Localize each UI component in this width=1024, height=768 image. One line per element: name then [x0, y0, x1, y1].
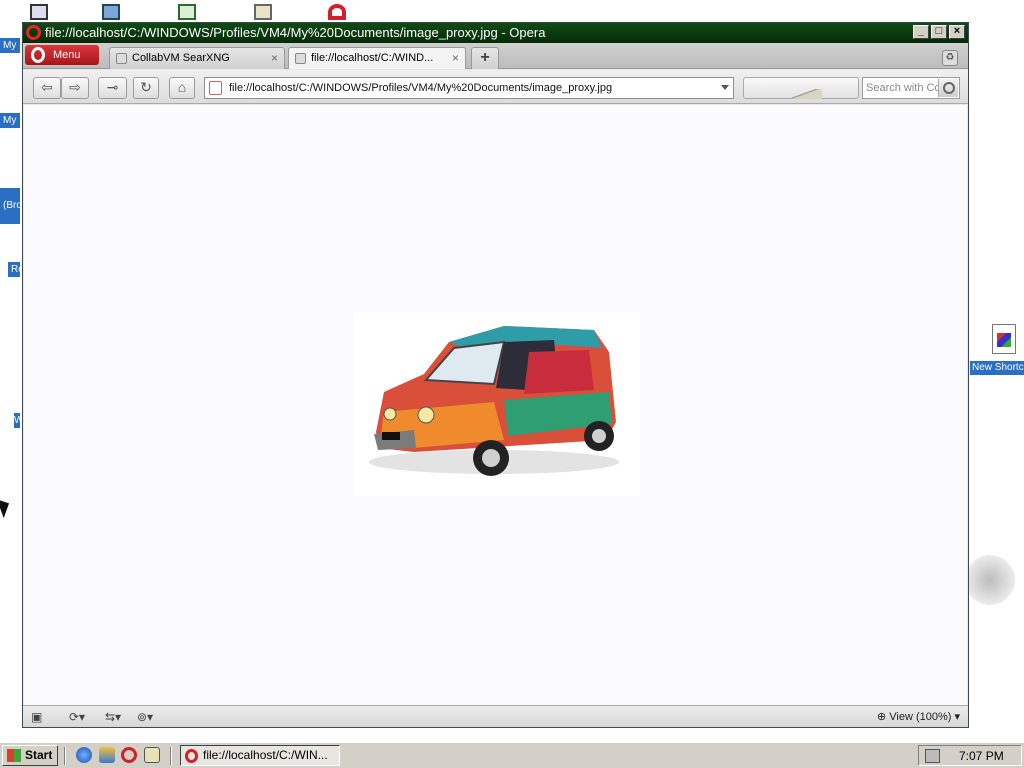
search-field[interactable]: Search with Co: [862, 77, 960, 99]
network-status-icon[interactable]: [925, 749, 940, 763]
home-button[interactable]: ⌂: [169, 77, 195, 99]
task-label: file://localhost/C:/WIN...: [203, 748, 328, 762]
tab-label: file://localhost/C:/WIND...: [311, 52, 434, 64]
forward-button[interactable]: ⇨: [61, 77, 89, 99]
opera-logo-icon: [31, 47, 45, 63]
zoom-label: View (100%): [889, 711, 952, 723]
window-title: file://localhost/C:/WINDOWS/Profiles/VM4…: [45, 25, 546, 40]
desktop-label-re[interactable]: Re: [8, 262, 20, 277]
desktop-label-bro[interactable]: (Bro: [0, 188, 20, 224]
search-engine-icon: [792, 89, 822, 99]
puzzle-icon: [116, 53, 127, 64]
page-content: [24, 105, 967, 705]
browser-window: file://localhost/C:/WINDOWS/Profiles/VM4…: [22, 22, 969, 728]
document-icon: [992, 324, 1016, 354]
key-button[interactable]: ⊸: [98, 77, 127, 99]
magnifier-icon: ⊕: [876, 711, 890, 723]
car-image: [354, 312, 640, 496]
address-bar[interactable]: file://localhost/C:/WINDOWS/Profiles/VM4…: [204, 77, 734, 99]
maximize-button[interactable]: □: [931, 25, 947, 39]
clock[interactable]: 7:07 PM: [959, 749, 1004, 763]
title-bar[interactable]: file://localhost/C:/WINDOWS/Profiles/VM4…: [23, 23, 968, 43]
desktop-icon-opera[interactable]: [322, 2, 352, 22]
tab-label: CollabVM SearXNG: [132, 52, 230, 64]
menu-label: Menu: [53, 49, 81, 61]
opera-icon[interactable]: [121, 747, 137, 763]
new-tab-button[interactable]: +: [471, 47, 499, 69]
desktop-label-w[interactable]: W: [14, 413, 20, 428]
image-file-icon: [295, 53, 306, 64]
desktop-label-my-i[interactable]: My I: [0, 113, 20, 128]
desktop-icon-network[interactable]: [96, 2, 126, 22]
chevron-down-icon[interactable]: [721, 85, 729, 90]
desktop-icon-scheduler[interactable]: [248, 2, 278, 22]
search-icon[interactable]: [938, 79, 958, 97]
sync-icon[interactable]: ⟳▾: [69, 709, 85, 725]
new-shortcut-label: New Shortc: [970, 361, 1024, 375]
share-icon[interactable]: ⇆▾: [105, 709, 121, 725]
search-placeholder[interactable]: Search with Co: [866, 82, 938, 94]
desktop-icon-spreadsheet[interactable]: [172, 2, 202, 22]
desktop-icon[interactable]: [144, 747, 160, 763]
trash-icon[interactable]: ♻: [942, 50, 958, 66]
start-label: Start: [25, 748, 53, 762]
start-button[interactable]: Start: [2, 745, 58, 766]
zoom-control[interactable]: ⊕ View (100%) ▾: [877, 710, 960, 723]
tab-collabvm-searxng[interactable]: CollabVM SearXNG ×: [109, 47, 285, 69]
navigation-toolbar: ⇦ ⇨ ⊸ ↻ ⌂ file://localhost/C:/WINDOWS/Pr…: [23, 70, 968, 104]
search-engine-selector[interactable]: [743, 77, 859, 99]
windows-logo-icon: [7, 749, 21, 762]
taskbar-separator: [170, 747, 172, 765]
close-button[interactable]: ×: [949, 25, 965, 39]
opera-logo-icon: [26, 25, 41, 40]
back-button[interactable]: ⇦: [33, 77, 61, 99]
taskbar: Start file://localhost/C:/WIN... 7:07 PM: [0, 742, 1024, 768]
tab-close-icon[interactable]: ×: [271, 51, 278, 65]
mouse-cursor-icon: [0, 495, 14, 519]
network-icon[interactable]: [99, 747, 115, 763]
internet-explorer-icon[interactable]: [76, 747, 92, 763]
tab-image-proxy[interactable]: file://localhost/C:/WIND... ×: [288, 47, 466, 69]
car-illustration: [369, 326, 619, 476]
desktop-icon-window[interactable]: [24, 2, 54, 22]
minimize-button[interactable]: _: [913, 25, 929, 39]
turbo-icon[interactable]: ⊚▾: [137, 709, 153, 725]
reload-button[interactable]: ↻: [133, 77, 159, 99]
taskbar-separator: [64, 747, 66, 765]
panel-toggle-icon[interactable]: ▣: [31, 709, 42, 725]
status-bar: ▣ ⟳▾ ⇆▾ ⊚▾ ⊕ View (100%) ▾: [23, 705, 968, 727]
page-icon: [209, 81, 222, 95]
system-tray: 7:07 PM: [918, 745, 1022, 766]
opera-logo-icon: [185, 749, 198, 763]
desktop-label-my[interactable]: My: [0, 38, 20, 53]
tab-bar: Menu CollabVM SearXNG × file://localhost…: [23, 43, 968, 69]
opera-menu-button[interactable]: Menu: [25, 45, 99, 65]
address-input[interactable]: file://localhost/C:/WINDOWS/Profiles/VM4…: [229, 82, 612, 94]
screen-smudge: [965, 555, 1015, 605]
tab-close-icon[interactable]: ×: [452, 51, 459, 65]
task-button-opera[interactable]: file://localhost/C:/WIN...: [180, 745, 340, 766]
